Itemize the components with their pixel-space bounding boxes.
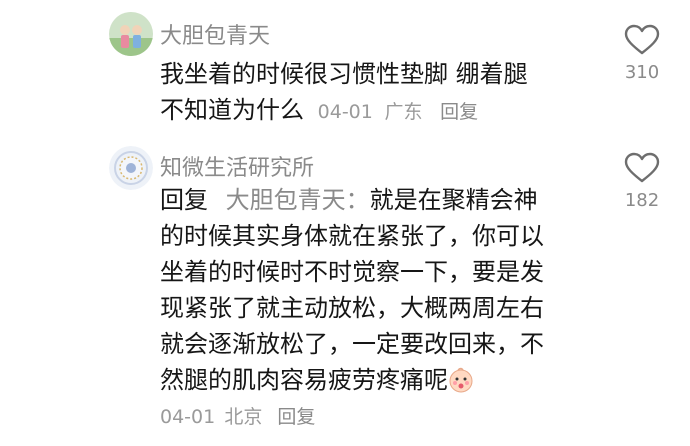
comment-text-line: 坐着的时候时不时觉察一下，要是发 [160,258,544,286]
comment-text-segment: 然腿的肌肉容易疲劳疼痛呢 [160,366,448,394]
comment-text-line: 回复 大胆包青天：就是在聚精会神 [160,182,600,218]
comment-item: 大胆包青天 我坐着的时候很习惯性垫脚 绷着腿 不知道为什么 04-01 广东 回… [0,0,690,130]
comment-text: 我坐着的时候很习惯性垫脚 绷着腿 不知道为什么 04-01 广东 回复 [160,56,600,130]
like-count: 310 [624,62,660,83]
heart-icon [624,24,660,55]
comment-username[interactable]: 大胆包青天 [160,18,270,50]
heart-icon [624,152,660,183]
reply-button[interactable]: 回复 [277,406,315,428]
comment-text-line: 的时候其实身体就在紧张了，你可以 [160,222,544,250]
comment-item: 知微生活研究所 回复 大胆包青天：就是在聚精会神 的时候其实身体就在紧张了，你可… [0,130,690,446]
comment-date: 04-01 [160,406,216,428]
avatar[interactable] [109,146,153,190]
avatar[interactable] [109,12,153,56]
comment-text-tail: 不知道为什么 [160,96,304,124]
comment-text-line: 不知道为什么 04-01 广东 回复 [160,92,600,130]
comment-text-line: 我坐着的时候很习惯性垫脚 绷着腿 [160,60,528,88]
reply-prefix: 回复 [160,186,208,214]
baby-face-emoji-icon [448,367,474,393]
comment-text-line: 现紧张了就主动放松，大概两周左右 [160,294,544,322]
like-button[interactable]: 182 [610,152,674,211]
comment-username[interactable]: 知微生活研究所 [160,150,314,182]
reply-button[interactable]: 回复 [440,101,478,123]
like-button[interactable]: 310 [610,24,674,83]
comment-text: 回复 大胆包青天：就是在聚精会神 的时候其实身体就在紧张了，你可以 坐着的时候时… [160,182,600,398]
comment-meta: 04-01 北京 回复 [160,402,315,429]
reply-target-username[interactable]: 大胆包青天： [226,186,370,214]
comment-location: 北京 [224,406,263,428]
comment-location: 广东 [384,101,423,123]
comment-date: 04-01 [317,101,373,123]
like-count: 182 [624,190,660,211]
comment-text-segment: 就是在聚精会神 [369,186,538,214]
comment-text-line: 然腿的肌肉容易疲劳疼痛呢 [160,362,600,398]
comment-text-line: 就会逐渐放松了，一定要改回来，不 [160,330,544,358]
